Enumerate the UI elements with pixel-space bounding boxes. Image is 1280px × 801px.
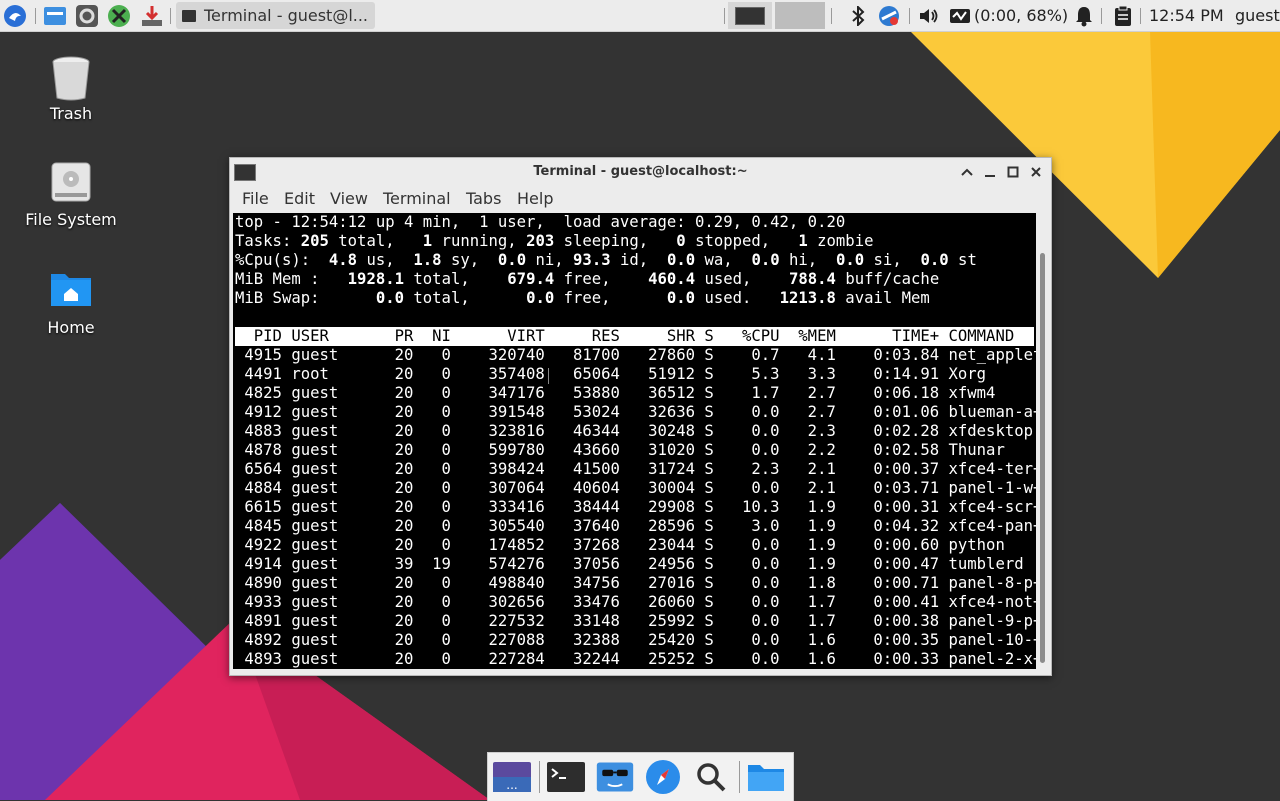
menu-terminal[interactable]: Terminal [383,189,451,208]
window-maximize-button[interactable] [1004,163,1022,181]
battery-icon[interactable] [948,3,974,29]
window-shade-button[interactable] [958,163,976,181]
terminal-scrollbar[interactable] [1037,213,1049,669]
tasks-line: Tasks: 205 total, 1 running, 203 sleepin… [235,232,874,250]
scrollbar-thumb[interactable] [1040,253,1045,663]
swap-line: MiB Swap: 0.0 total, 0.0 free, 0.0 used.… [235,289,930,307]
menubar: File Edit View Terminal Tabs Help [230,186,1051,212]
notification-bell-icon[interactable] [1071,3,1097,29]
menu-file[interactable]: File [242,189,269,208]
taskbar-terminal-button[interactable]: Terminal - guest@l... [176,2,375,29]
desktop-icon-label: Home [47,318,95,337]
process-row: 4914 guest 39 19 574276 37056 24956 S 0.… [235,555,1024,573]
dock-folder-icon[interactable] [746,759,786,795]
process-row: 4933 guest 20 0 302656 33476 26060 S 0.0… [235,593,1036,611]
process-row: 4884 guest 20 0 307064 40604 30004 S 0.0… [235,479,1036,497]
process-row: 4845 guest 20 0 305540 37640 28596 S 3.0… [235,517,1036,535]
process-row: 4912 guest 20 0 391548 53024 32636 S 0.0… [235,403,1036,421]
top-summary-line: top - 12:54:12 up 4 min, 1 user, load av… [235,213,846,231]
process-row: 4890 guest 20 0 498840 34756 27016 S 0.0… [235,574,1036,592]
cpu-line: %Cpu(s): 4.8 us, 1.8 sy, 0.0 ni, 93.3 id… [235,251,977,269]
window-close-button[interactable] [1027,163,1045,181]
workspace-2[interactable] [775,2,825,29]
panel-separator [831,8,832,24]
window-titlebar[interactable]: Terminal - guest@localhost:~ [230,158,1051,186]
volume-icon[interactable] [916,3,942,29]
menu-tabs[interactable]: Tabs [466,189,501,208]
panel-separator [170,8,171,24]
process-row: 4915 guest 20 0 320740 81700 27860 S 0.7… [235,346,1036,364]
whisker-menu-icon[interactable] [2,3,28,29]
dock-web-browser-icon[interactable] [643,759,683,795]
window-minimize-button[interactable] [981,163,999,181]
process-row: 6615 guest 20 0 333416 38444 29908 S 10.… [235,498,1036,516]
network-icon[interactable] [876,3,902,29]
home-folder-icon [49,268,93,312]
process-row: 4878 guest 20 0 599780 43660 31020 S 0.0… [235,441,1005,459]
dock-terminal-icon[interactable] [546,759,586,795]
panel-separator [724,8,725,24]
clock[interactable]: 12:54 PM [1149,6,1224,25]
clipboard-icon[interactable] [1110,3,1136,29]
process-row: 4893 guest 20 0 227284 32244 25252 S 0.0… [235,650,1036,668]
battery-status: (0:00, 68%) [974,6,1069,25]
dock-separator [539,761,540,793]
app-finder-icon[interactable] [106,3,132,29]
desktop-icon-trash[interactable]: Trash [21,54,121,123]
process-row: 4825 guest 20 0 347176 53880 36512 S 1.7… [235,384,996,402]
trash-icon [49,54,93,101]
taskbar-label: Terminal - guest@l... [204,6,369,25]
panel-separator [909,8,910,24]
menu-edit[interactable]: Edit [284,189,315,208]
top-panel: Terminal - guest@l... (0:00, 68%) 12:54 … [0,0,1280,32]
terminal-window: Terminal - guest@localhost:~ File Edit V… [229,157,1052,676]
download-icon[interactable] [139,3,165,29]
svg-text:...: ... [506,778,517,792]
desktop-icon-filesystem[interactable]: File System [21,160,121,229]
process-row: 4922 guest 20 0 174852 37268 23044 S 0.0… [235,536,1005,554]
menu-view[interactable]: View [330,189,368,208]
bottom-dock: ... [487,752,794,801]
panel-separator [1140,8,1141,24]
process-table-header: PID USER PR NI VIRT RES SHR S %CPU %MEM … [235,327,1034,346]
desktop-icon-label: File System [25,210,117,229]
process-row: 4891 guest 20 0 227532 33148 25992 S 0.0… [235,612,1036,630]
user-menu[interactable]: guest [1235,6,1280,25]
process-row: 4892 guest 20 0 227088 32388 25420 S 0.0… [235,631,1036,649]
text-cursor-ibeam [548,368,549,384]
process-row: 4883 guest 20 0 323816 46344 30248 S 0.0… [235,422,1033,440]
dock-search-icon[interactable] [691,759,731,795]
panel-separator [1101,8,1102,24]
window-title: Terminal - guest@localhost:~ [533,164,748,179]
desktop-icon-home[interactable]: Home [21,268,121,337]
drive-icon [49,160,93,204]
terminal-small-icon [182,9,196,22]
desktop-icon-label: Trash [49,104,93,123]
workspace-1[interactable] [728,2,772,29]
bluetooth-icon[interactable] [845,3,871,29]
settings-icon[interactable] [74,3,100,29]
file-manager-icon[interactable] [42,3,68,29]
mem-line: MiB Mem : 1928.1 total, 679.4 free, 460.… [235,270,940,288]
dock-show-desktop[interactable]: ... [492,759,532,795]
process-row: 6564 guest 20 0 398424 41500 31724 S 2.3… [235,460,1036,478]
menu-help[interactable]: Help [517,189,553,208]
dock-file-manager-icon[interactable] [595,759,635,795]
terminal-output[interactable]: top - 12:54:12 up 4 min, 1 user, load av… [233,213,1036,669]
terminal-mini-icon [735,6,765,25]
process-row: 4491 root 20 0 357408 65064 51912 S 5.3 … [235,365,987,383]
panel-separator [35,8,36,24]
dock-separator [739,761,740,793]
